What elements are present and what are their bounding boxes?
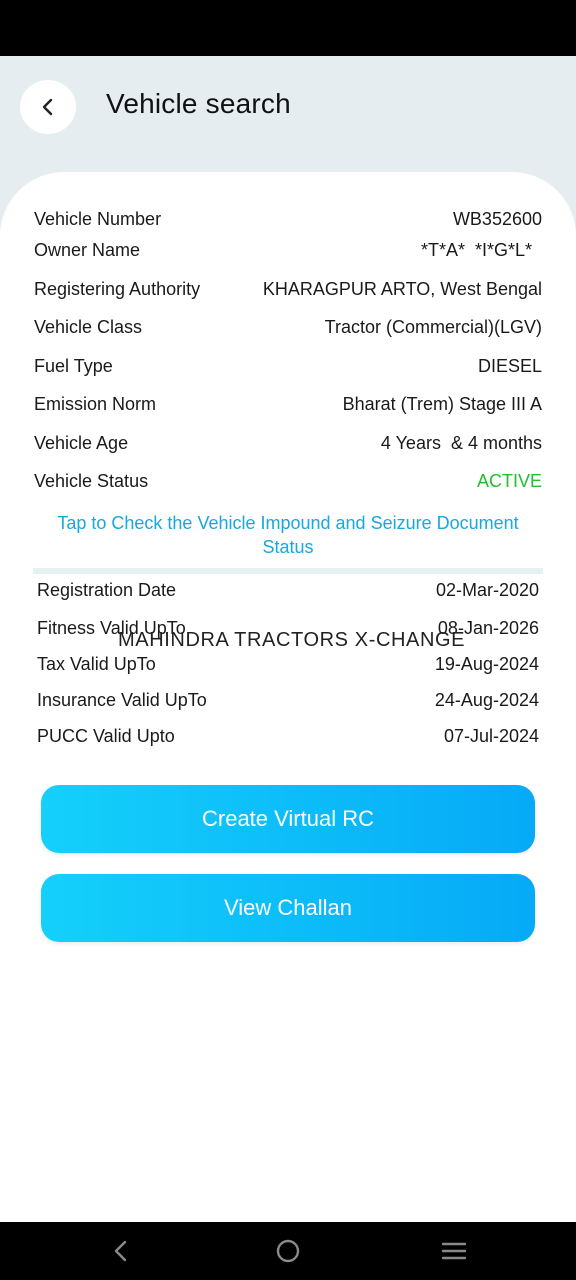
- detail-value: *T*A* *I*G*L*: [420, 240, 532, 260]
- detail-label: Emission Norm: [34, 394, 157, 414]
- validity-value: 24-Aug-2024: [434, 690, 539, 710]
- nav-home-icon[interactable]: [273, 1236, 303, 1266]
- view-challan-button[interactable]: View Challan: [41, 874, 535, 942]
- impound-status-link[interactable]: Tap to Check the Vehicle Impound and Sei…: [40, 511, 536, 559]
- detail-label: Fuel Type: [34, 356, 113, 376]
- detail-row-vehicle-age: Vehicle Age 4 Years & 4 months: [34, 433, 542, 454]
- validity-row-registration-date: Registration Date 02-Mar-2020: [37, 580, 539, 601]
- watermark: MAHINDRA TRACTORS X-CHANGE: [118, 629, 466, 651]
- status-bar: [0, 0, 576, 56]
- detail-value: 4 Years & 4 months: [380, 433, 542, 453]
- validity-label: Insurance Valid UpTo: [37, 690, 207, 710]
- page-title: Vehicle search: [106, 88, 291, 119]
- detail-row-owner-name: Owner Name *T*A* *I*G*L*: [34, 240, 542, 261]
- detail-value: Tractor (Commercial)(LGV): [324, 317, 542, 337]
- validity-label: PUCC Valid Upto: [37, 726, 175, 746]
- detail-row-emission-norm: Emission Norm Bharat (Trem) Stage III A: [34, 394, 542, 415]
- nav-menu-icon[interactable]: [439, 1236, 469, 1266]
- detail-label: Registering Authority: [34, 279, 201, 299]
- header: Vehicle search: [0, 56, 576, 186]
- detail-label: Owner Name: [34, 240, 141, 260]
- validity-label: Tax Valid UpTo: [37, 654, 156, 674]
- detail-value: Bharat (Trem) Stage III A: [342, 394, 542, 414]
- validity-row-tax: Tax Valid UpTo 19-Aug-2024: [37, 654, 539, 675]
- detail-row-vehicle-number: Vehicle Number WB352600: [34, 209, 542, 230]
- status-badge: ACTIVE: [476, 471, 542, 491]
- system-nav-bar: [0, 1222, 576, 1280]
- detail-row-vehicle-status: Vehicle Status ACTIVE: [34, 471, 542, 492]
- detail-value: WB352600: [452, 209, 542, 229]
- detail-label: Vehicle Number: [34, 209, 162, 229]
- validity-value: 19-Aug-2024: [434, 654, 539, 674]
- detail-value: DIESEL: [477, 356, 542, 376]
- create-virtual-rc-button[interactable]: Create Virtual RC: [41, 785, 535, 853]
- detail-row-vehicle-class: Vehicle Class Tractor (Commercial)(LGV): [34, 317, 542, 338]
- detail-row-fuel-type: Fuel Type DIESEL: [34, 356, 542, 377]
- detail-label: Vehicle Age: [34, 433, 129, 453]
- validity-value: 07-Jul-2024: [443, 726, 539, 746]
- chevron-left-icon: [42, 98, 53, 116]
- validity-row-insurance: Insurance Valid UpTo 24-Aug-2024: [37, 690, 539, 711]
- back-button[interactable]: [20, 80, 76, 134]
- validity-label: Registration Date: [37, 580, 177, 600]
- section-divider: [33, 568, 543, 574]
- nav-back-icon[interactable]: [106, 1236, 136, 1266]
- detail-row-registering-authority: Registering Authority KHARAGPUR ARTO, We…: [34, 279, 542, 300]
- detail-value: KHARAGPUR ARTO, West Bengal: [262, 279, 542, 299]
- validity-row-pucc: PUCC Valid Upto 07-Jul-2024: [37, 726, 539, 747]
- detail-label: Vehicle Class: [34, 317, 143, 337]
- validity-value: 02-Mar-2020: [435, 580, 539, 600]
- detail-label: Vehicle Status: [34, 471, 149, 491]
